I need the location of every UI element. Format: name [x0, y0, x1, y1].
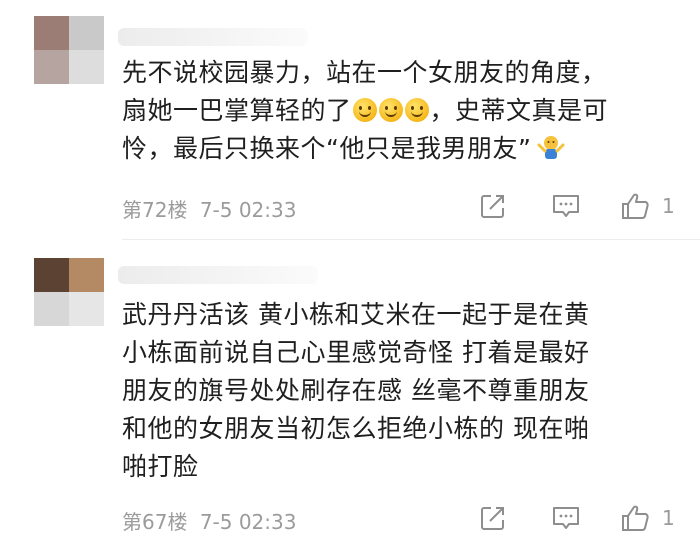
- avatar-pixel: [34, 258, 69, 292]
- username-blurred[interactable]: [118, 266, 318, 284]
- like-count: 1: [662, 506, 675, 530]
- avatar[interactable]: [34, 258, 104, 326]
- thumbs-up-icon: [622, 193, 649, 219]
- comment-actions: 1: [470, 503, 680, 537]
- comment-line: 啪打脸: [122, 452, 199, 481]
- floor-number: 第72楼: [122, 198, 188, 222]
- like-button[interactable]: 1: [620, 191, 675, 221]
- username-blurred[interactable]: [118, 28, 308, 46]
- comment-line: 扇她一巴掌算轻的了 ，史蒂文真是可: [122, 92, 608, 130]
- comment-line: 怜，最后只换来个“他只是我男朋友”: [122, 130, 608, 168]
- comment-item: 先不说校园暴力，站在一个女朋友的角度， 扇她一巴掌算轻的了 ，史蒂文真是可 怜，最…: [0, 0, 700, 240]
- share-icon: [481, 507, 504, 530]
- slightly-smiling-face-icon: [378, 98, 403, 122]
- share-icon: [481, 195, 504, 218]
- floor-number: 第67楼: [122, 510, 188, 534]
- reply-button[interactable]: [550, 191, 582, 221]
- avatar-pixel: [69, 50, 104, 84]
- slightly-smiling-face-icon: [352, 98, 377, 122]
- comment-date: 7-5 02:33: [199, 198, 297, 222]
- reply-button[interactable]: [550, 503, 582, 533]
- comment-bubble-icon: [553, 195, 579, 217]
- slightly-smiling-face-icon: [404, 98, 429, 122]
- comment-bubble-icon: [553, 507, 579, 529]
- comment-line: 武丹丹活该 黄小栋和艾米在一起于是在黄: [122, 300, 590, 329]
- share-button[interactable]: [478, 503, 508, 533]
- comment-text: 武丹丹活该 黄小栋和艾米在一起于是在黄 小栋面前说自己心里感觉奇怪 打着是最好 …: [122, 296, 589, 486]
- comment-actions: 1: [470, 191, 680, 225]
- comment-date: 7-5 02:33: [199, 510, 297, 534]
- comment-line-text: 扇她一巴掌算轻的了: [122, 96, 352, 125]
- comment-text: 先不说校园暴力，站在一个女朋友的角度， 扇她一巴掌算轻的了 ，史蒂文真是可 怜，最…: [122, 54, 608, 168]
- avatar-pixel: [69, 258, 104, 292]
- share-button[interactable]: [478, 191, 508, 221]
- avatar-pixel: [69, 16, 104, 50]
- like-count: 1: [662, 194, 675, 218]
- comment-meta: 第67楼 7-5 02:33: [122, 506, 296, 535]
- avatar-pixel: [34, 50, 69, 84]
- like-button[interactable]: 1: [620, 503, 675, 533]
- comment-line: 朋友的旗号处处刷存在感 丝毫不尊重朋友: [122, 376, 590, 405]
- comment-item: 武丹丹活该 黄小栋和艾米在一起于是在黄 小栋面前说自己心里感觉奇怪 打着是最好 …: [0, 240, 700, 548]
- comment-line: 和他的女朋友当初怎么拒绝小栋的 现在啪: [122, 414, 590, 443]
- shrug-icon: [537, 136, 565, 159]
- avatar-pixel: [69, 292, 104, 326]
- comment-line: 小栋面前说自己心里感觉奇怪 打着是最好: [122, 338, 590, 367]
- comment-line-text: ，史蒂文真是可: [429, 96, 609, 125]
- thumbs-up-icon: [622, 505, 649, 531]
- avatar-pixel: [34, 292, 69, 326]
- comment-meta: 第72楼 7-5 02:33: [122, 194, 296, 223]
- avatar-pixel: [34, 16, 69, 50]
- avatar[interactable]: [34, 16, 104, 84]
- comment-line: 先不说校园暴力，站在一个女朋友的角度，: [122, 58, 607, 87]
- comment-line-text: 怜，最后只换来个“他只是我男朋友”: [122, 134, 532, 163]
